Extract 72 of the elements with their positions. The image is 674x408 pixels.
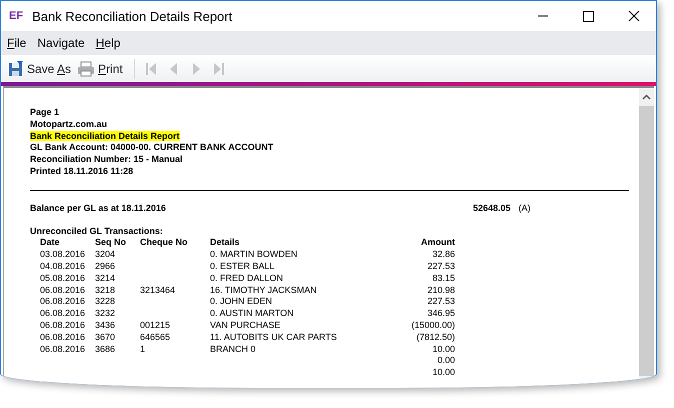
table-cell: 3218 xyxy=(95,284,116,295)
print-button[interactable]: Print xyxy=(76,58,124,78)
table-cell: 05.08.2016 xyxy=(40,272,86,283)
table-cell: 210.98 xyxy=(427,284,455,295)
reconciliation-number: Reconciliation Number: 15 - Manual xyxy=(30,154,184,166)
table-cell: 04.08.2016 xyxy=(40,260,86,271)
first-page-icon[interactable] xyxy=(144,62,157,76)
table-cell: 06.08.2016 xyxy=(40,296,86,306)
column-header: Seq No xyxy=(95,237,128,250)
table-cell: 3204 xyxy=(95,249,116,260)
page-number: Page 1 xyxy=(30,107,60,119)
table-cell: 346.95 xyxy=(427,308,455,318)
table-cell: (15000.00) xyxy=(411,320,455,330)
column-header: Date xyxy=(40,237,61,250)
menu-item[interactable]: Navigate xyxy=(37,36,85,50)
table-cell: 3436 xyxy=(95,320,116,330)
table-cell: 10.00 xyxy=(432,344,455,354)
table-cell: 0. AUSTIN MARTON xyxy=(210,308,294,318)
table-cell: 06.08.2016 xyxy=(40,332,86,342)
table-cell: 3214 xyxy=(95,272,116,283)
column-header: Amount xyxy=(420,237,455,250)
menu-item[interactable]: Help xyxy=(96,36,120,50)
table-cell: 03.08.2016 xyxy=(40,249,86,260)
balance-value: 52648.05 xyxy=(473,202,511,215)
table-cell: 06.08.2016 xyxy=(40,320,86,330)
table-cell: 06.08.2016 xyxy=(40,308,86,318)
table-cell: 3228 xyxy=(95,296,116,306)
table-cell: 32.86 xyxy=(432,249,455,260)
table-cell: 0. MARTIN BOWDEN xyxy=(210,249,298,260)
balance-label: Balance per GL as at 18.11.2016 xyxy=(30,202,167,215)
save-as-button[interactable]: Save As xyxy=(7,58,72,78)
section-heading: Unreconciled GL Transactions: xyxy=(30,226,164,238)
table-cell: VAN PURCHASE xyxy=(210,320,280,330)
table-cell: 1 xyxy=(140,344,146,354)
next-page-icon[interactable] xyxy=(190,62,201,76)
scroll-up-icon[interactable] xyxy=(642,94,651,100)
previous-page-icon[interactable] xyxy=(168,62,179,76)
table-cell: 06.08.2016 xyxy=(40,344,86,354)
menu-item[interactable]: File xyxy=(7,36,26,50)
table-cell: 2966 xyxy=(95,260,116,271)
table-cell: 0. FRED DALLON xyxy=(210,272,284,283)
maximize-icon[interactable] xyxy=(583,10,594,22)
balance-status-label: (A) xyxy=(518,202,531,215)
table-cell: 10.00 xyxy=(432,367,455,378)
table-cell: 11. AUTOBITS UK CAR PARTS xyxy=(210,332,337,342)
table-cell: 227.53 xyxy=(427,296,455,306)
table-cell: 0. JOHN EDEN xyxy=(210,296,272,306)
last-page-icon[interactable] xyxy=(212,62,225,76)
window-title: Bank Reconciliation Details Report xyxy=(32,8,232,24)
table-cell: 227.53 xyxy=(427,260,455,271)
table-cell: (7812.50) xyxy=(416,332,455,342)
table-cell: 0. ESTER BALL xyxy=(210,260,275,271)
report-title: Bank Reconciliation Details Report xyxy=(30,130,180,141)
column-header: Details xyxy=(210,237,241,250)
printer-icon xyxy=(77,60,96,76)
bank-account: GL Bank Account: 04000-00. CURRENT BANK ACCOUNT xyxy=(30,142,274,154)
app-logo: EF xyxy=(9,10,24,22)
table-cell: 0.00 xyxy=(437,355,455,366)
table-cell: 3670 xyxy=(95,332,116,342)
printed-date: Printed 18.11.2016 11:28 xyxy=(30,166,134,178)
table-cell: 3232 xyxy=(95,308,116,318)
company-name: Motopartz.com.au xyxy=(30,118,108,131)
table-cell: 06.08.2016 xyxy=(40,284,86,295)
table-cell: 3213464 xyxy=(140,284,176,295)
table-cell: 3686 xyxy=(95,344,116,354)
table-cell: 646565 xyxy=(140,332,170,342)
table-cell: 83.15 xyxy=(432,272,455,283)
table-cell: 001215 xyxy=(140,320,170,330)
table-cell: 16. TIMOTHY JACKSMAN xyxy=(210,284,317,295)
column-header: Cheque No xyxy=(140,237,189,250)
close-icon[interactable] xyxy=(628,10,640,22)
table-cell: BRANCH 0 xyxy=(210,344,256,354)
